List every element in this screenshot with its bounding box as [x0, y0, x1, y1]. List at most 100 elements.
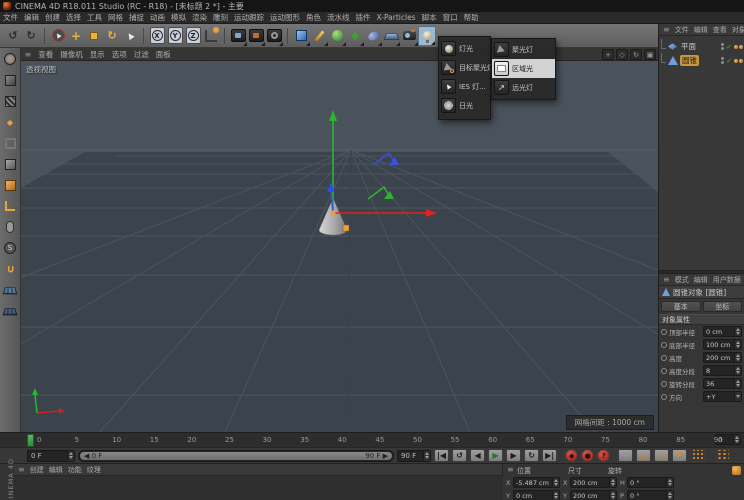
light-button[interactable]: [418, 26, 436, 46]
key-rotation-toggle[interactable]: ○: [654, 449, 669, 462]
rotate-view-icon[interactable]: ↻: [630, 49, 642, 60]
timeline-tick[interactable]: 25: [225, 436, 234, 444]
stepper[interactable]: [734, 379, 741, 388]
animate-dot-icon[interactable]: [661, 329, 667, 335]
viewport[interactable]: ≡ 查看 摄像机 显示 选项 过滤 面板 + ◇ ↻ ▣ 透视视图 网格间距 :…: [21, 48, 658, 432]
stepper[interactable]: [734, 353, 741, 362]
make-editable-button[interactable]: ⊕: [1, 50, 19, 68]
deformer-button[interactable]: ◆: [346, 26, 364, 46]
menu-snap[interactable]: 捕捉: [126, 12, 147, 23]
menu-script[interactable]: 脚本: [419, 12, 440, 23]
timeline-tick[interactable]: 5: [75, 436, 79, 444]
object-name-selected[interactable]: 圆锥: [680, 55, 699, 66]
scale-tool-button[interactable]: [85, 26, 103, 46]
stepper[interactable]: [67, 451, 74, 461]
menu-edit[interactable]: 编辑: [21, 12, 42, 23]
stepper[interactable]: [552, 478, 559, 487]
viewport-menu-icon[interactable]: ≡: [21, 50, 35, 59]
am-menu-userdata[interactable]: 用户数据: [711, 275, 743, 285]
visibility-dots-icon[interactable]: [721, 43, 724, 50]
axis-mode-button[interactable]: [1, 176, 19, 194]
coordinate-system-button[interactable]: [202, 26, 220, 46]
timeline-tick[interactable]: 0: [37, 436, 41, 444]
menu-sculpt[interactable]: 雕刻: [210, 12, 231, 23]
prev-frame-button[interactable]: ◀: [470, 449, 485, 462]
animate-dot-icon[interactable]: [661, 394, 667, 400]
points-mode-button[interactable]: ◆: [1, 113, 19, 131]
primitive-cube-button[interactable]: [292, 26, 310, 46]
floor-button[interactable]: [382, 26, 400, 46]
timeline-tick[interactable]: 80: [639, 436, 648, 444]
timeline-tick[interactable]: 90: [714, 436, 723, 444]
render-view-button[interactable]: [229, 26, 247, 46]
mat-menu-edit[interactable]: 编辑: [47, 465, 65, 475]
undo-button[interactable]: ↺: [4, 26, 22, 46]
menu-render[interactable]: 渲染: [189, 12, 210, 23]
menu-motion-tracker[interactable]: 运动跟踪: [231, 12, 267, 23]
dropdown-arrow-icon[interactable]: [734, 392, 741, 401]
vp-menu-display[interactable]: 显示: [86, 49, 108, 60]
om-menu-objects[interactable]: 对象: [730, 25, 744, 35]
timeline-tick[interactable]: 50: [413, 436, 422, 444]
timeline-tick[interactable]: 40: [338, 436, 347, 444]
material-menu-icon[interactable]: ≡: [16, 465, 27, 474]
key-parameter-toggle[interactable]: P: [672, 449, 687, 462]
tab-basic[interactable]: 基本: [661, 301, 701, 312]
menu-select[interactable]: 选择: [63, 12, 84, 23]
timeline-playhead[interactable]: [27, 434, 34, 447]
coordinates-panel-icon[interactable]: [732, 466, 741, 475]
move-tool-button[interactable]: +: [67, 26, 85, 46]
timeline-tick[interactable]: 55: [451, 436, 460, 444]
menu-item-ies-light[interactable]: ▲ IES 灯...: [439, 77, 490, 96]
mat-menu-function[interactable]: 功能: [66, 465, 84, 475]
live-selection-button[interactable]: ▲: [49, 26, 67, 46]
bottom-radius-input[interactable]: 100 cm: [703, 339, 742, 350]
enabled-check-icon[interactable]: ✓: [726, 43, 732, 51]
goto-end-button[interactable]: ▶|: [542, 449, 557, 462]
polygon-mode-button[interactable]: [1, 155, 19, 173]
timeline-tick[interactable]: 30: [263, 436, 272, 444]
timeline-tick[interactable]: 45: [375, 436, 384, 444]
next-frame-button[interactable]: ▶: [506, 449, 521, 462]
menu-animate[interactable]: 动画: [147, 12, 168, 23]
plane-mode-button[interactable]: [1, 302, 19, 320]
stepper[interactable]: [423, 451, 430, 461]
om-menu-edit[interactable]: 编辑: [692, 25, 710, 35]
menu-plugins[interactable]: 插件: [353, 12, 374, 23]
keyframe-dots-button[interactable]: [715, 449, 730, 462]
lock-y-button[interactable]: Y: [166, 26, 184, 46]
toggle-view-icon[interactable]: ▣: [644, 49, 656, 60]
menu-mograph[interactable]: 运动图形: [267, 12, 303, 23]
object-tags-icon[interactable]: [734, 45, 743, 49]
redo-button[interactable]: ↻: [22, 26, 40, 46]
autokey-button[interactable]: ●: [581, 449, 594, 462]
timeline-tick[interactable]: 60: [488, 436, 497, 444]
magnet-snap-button[interactable]: ∩: [1, 260, 19, 278]
key-scale-toggle[interactable]: □: [636, 449, 651, 462]
object-name[interactable]: 平面: [679, 41, 698, 52]
menu-item-spot-light[interactable]: 聚光灯: [492, 40, 555, 59]
height-segments-input[interactable]: 8: [703, 365, 742, 376]
menu-create[interactable]: 创建: [42, 12, 63, 23]
lock-z-button[interactable]: Z: [184, 26, 202, 46]
position-x-input[interactable]: -5.487 cm: [513, 477, 560, 488]
play-reverse-button[interactable]: ↺: [452, 449, 467, 462]
position-y-input[interactable]: 0 cm: [513, 490, 560, 500]
tab-coordinates[interactable]: 坐标: [703, 301, 743, 312]
vp-menu-view[interactable]: 查看: [35, 49, 57, 60]
object-manager-menu-icon[interactable]: ≡: [661, 25, 672, 34]
stepper[interactable]: [666, 491, 673, 500]
mat-menu-texture[interactable]: 纹理: [85, 465, 103, 475]
stepper[interactable]: [609, 491, 616, 500]
texture-mode-button[interactable]: [1, 92, 19, 110]
render-settings-button[interactable]: [265, 26, 283, 46]
play-loop-button[interactable]: ↻: [524, 449, 539, 462]
animate-dot-icon[interactable]: [661, 355, 667, 361]
om-menu-view[interactable]: 查看: [711, 25, 729, 35]
volume-button[interactable]: [364, 26, 382, 46]
visibility-dots-icon[interactable]: [721, 57, 724, 64]
subdivision-surface-button[interactable]: [328, 26, 346, 46]
rotation-p-input[interactable]: 0 °: [627, 490, 674, 500]
lock-x-button[interactable]: X: [148, 26, 166, 46]
menu-item-area-light[interactable]: 区域光: [492, 59, 555, 78]
